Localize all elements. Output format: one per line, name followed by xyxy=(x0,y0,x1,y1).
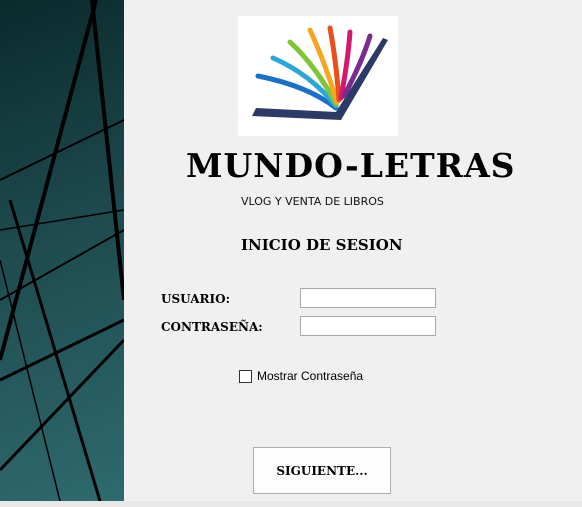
show-password-label: Mostrar Contraseña xyxy=(257,369,364,383)
next-button[interactable]: SIGUIENTE... xyxy=(253,447,391,494)
show-password-checkbox[interactable] xyxy=(239,369,252,383)
bottom-edge xyxy=(0,501,582,507)
password-label: CONTRASEÑA: xyxy=(161,320,263,334)
show-password-toggle[interactable]: Mostrar Contraseña xyxy=(239,369,363,383)
book-logo xyxy=(238,16,398,136)
decorative-side-panel xyxy=(0,0,124,501)
side-panel-lines xyxy=(0,0,124,501)
login-heading: INICIO DE SESION xyxy=(241,236,403,254)
password-input[interactable] xyxy=(300,316,436,336)
app-subtitle: VLOG Y VENTA DE LIBROS xyxy=(241,195,384,208)
book-rainbow-logo-icon xyxy=(252,25,388,120)
username-input[interactable] xyxy=(300,288,436,308)
app-title: MUNDO-LETRAS xyxy=(186,146,516,185)
username-label: USUARIO: xyxy=(161,292,231,306)
